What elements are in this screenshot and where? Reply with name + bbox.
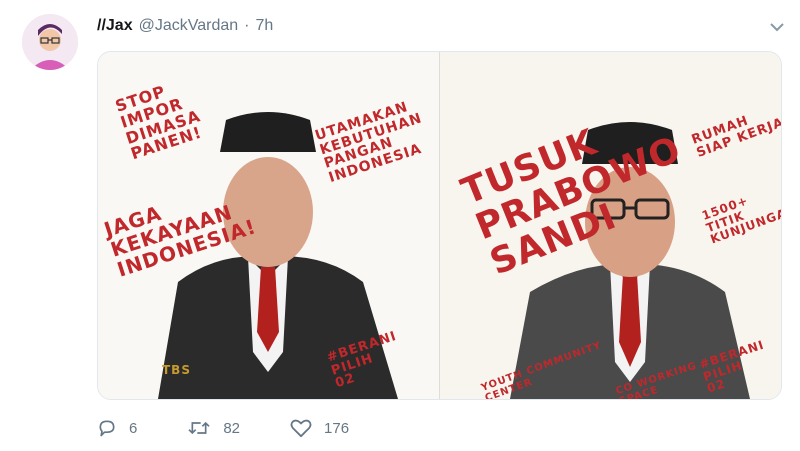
retweet-icon — [188, 421, 210, 435]
timestamp[interactable]: 7h — [255, 17, 273, 35]
reply-button[interactable]: 6 — [97, 418, 137, 438]
reply-icon — [99, 420, 115, 437]
tweet-header: //Jax @JackVardan · 7h — [97, 14, 273, 38]
like-button[interactable]: 176 — [290, 418, 349, 438]
media-right-panel: TUSUK PRABOWO SANDI RUMAH SIAP KERJA 150… — [440, 52, 781, 399]
user-handle[interactable]: @JackVardan — [139, 17, 239, 35]
avatar[interactable] — [22, 14, 78, 70]
like-count: 176 — [324, 419, 350, 437]
media-left-panel: STOP IMPOR DIMASA PANEN! JAGA KEKAYAAN I… — [98, 52, 439, 399]
tweet-media[interactable]: STOP IMPOR DIMASA PANEN! JAGA KEKAYAAN I… — [97, 51, 782, 400]
tweet: //Jax @JackVardan · 7h STOP IMPOR DIMASA… — [0, 0, 800, 451]
retweet-button[interactable]: 82 — [187, 418, 240, 438]
chevron-down-icon — [770, 23, 784, 32]
separator: · — [244, 17, 250, 34]
avatar-illustration — [22, 14, 78, 70]
artist-signature: TBS — [162, 363, 191, 377]
tweet-actions: 6 82 176 — [97, 414, 399, 442]
display-name[interactable]: //Jax — [97, 17, 133, 35]
reply-count: 6 — [129, 419, 138, 437]
retweet-count: 82 — [223, 419, 241, 437]
heart-icon — [290, 419, 312, 438]
more-options-caret[interactable] — [768, 18, 786, 36]
